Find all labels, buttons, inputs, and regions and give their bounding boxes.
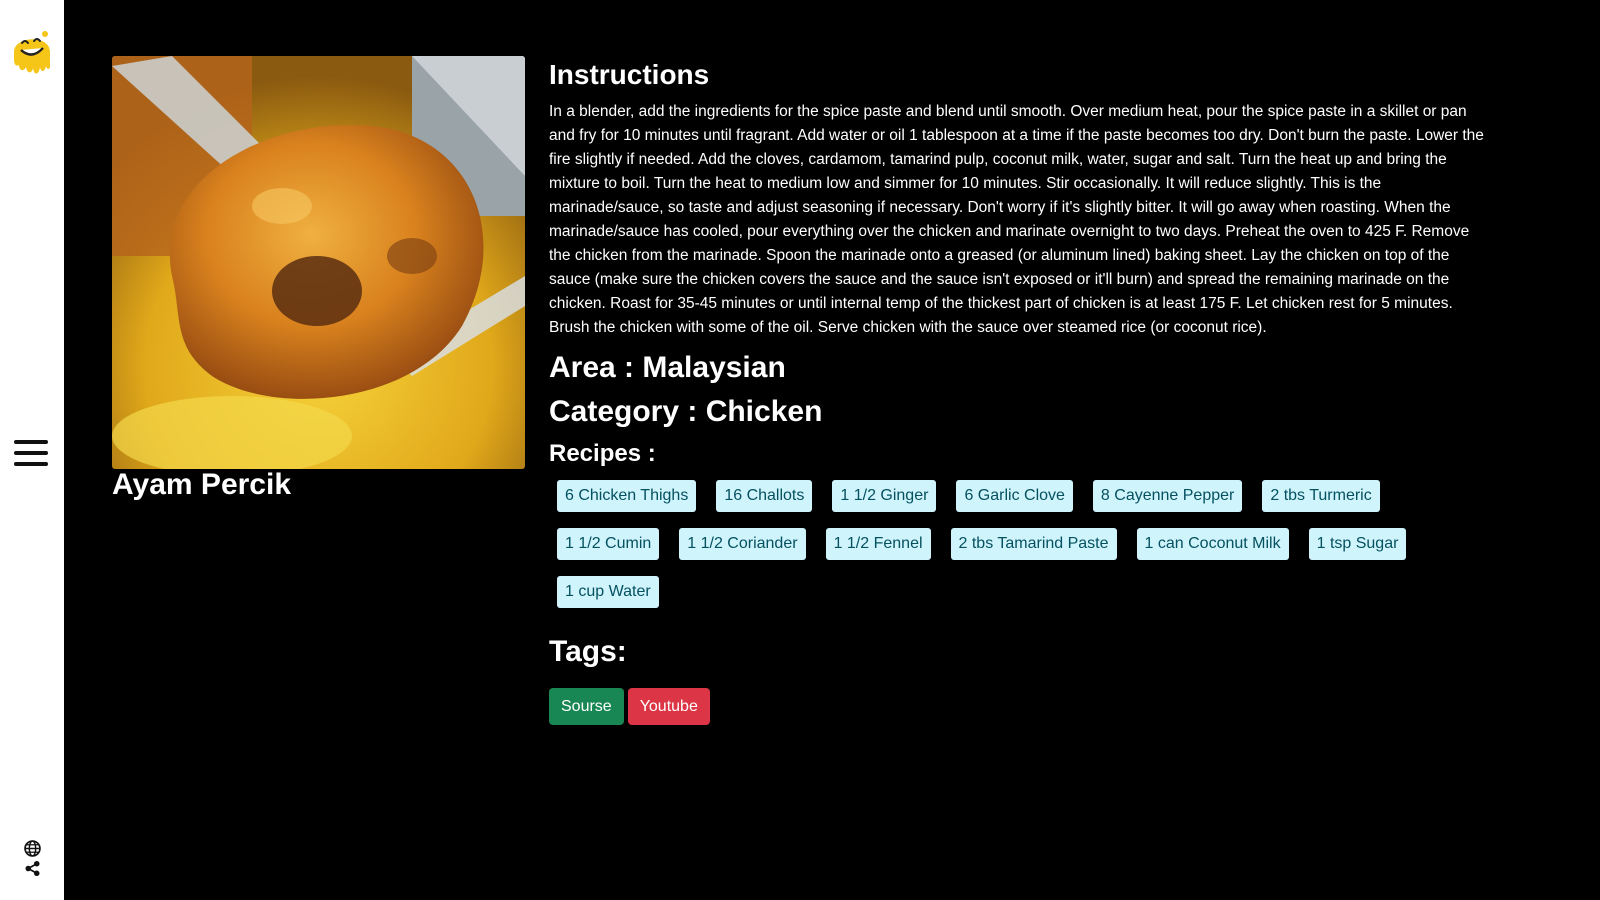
- globe-icon[interactable]: [24, 840, 41, 857]
- ingredient-chip: 1 can Coconut Milk: [1136, 528, 1289, 560]
- instructions-heading: Instructions: [549, 59, 710, 90]
- ingredient-chip: 1 tsp Sugar: [1308, 528, 1407, 560]
- ingredient-chip: 2 tbs Tamarind Paste: [950, 528, 1117, 560]
- instructions-text: In a blender, add the ingredients for th…: [549, 103, 1484, 336]
- smiley-logo-icon[interactable]: [10, 26, 54, 78]
- ingredient-chip: 1 cup Water: [557, 576, 659, 608]
- ingredient-chip: 1 1/2 Fennel: [825, 528, 931, 560]
- youtube-button[interactable]: Youtube: [627, 688, 710, 725]
- ingredient-chip: 1 1/2 Coriander: [679, 528, 806, 560]
- meal-photo: [112, 56, 525, 469]
- ingredient-chip: 1 1/2 Cumin: [557, 528, 660, 560]
- hamburger-menu-icon[interactable]: [14, 440, 48, 472]
- source-button[interactable]: Sourse: [549, 688, 624, 725]
- ingredient-list: 6 Chicken Thighs 16 Challots 1 1/2 Ginge…: [549, 480, 1437, 624]
- tags-heading: Tags:: [549, 635, 627, 668]
- menu-bar: [14, 462, 48, 466]
- ingredient-chip: 6 Chicken Thighs: [557, 480, 697, 512]
- meal-image: [112, 56, 525, 469]
- menu-bar: [14, 440, 48, 444]
- ingredient-chip: 8 Cayenne Pepper: [1092, 480, 1243, 512]
- area-label: Area : Malaysian: [549, 351, 786, 384]
- recipe-details: Instructions In a blender, add the ingre…: [549, 58, 1484, 725]
- ingredient-chip: 1 1/2 Ginger: [832, 480, 937, 512]
- sidebar: [0, 0, 64, 900]
- share-icon[interactable]: [24, 860, 41, 877]
- meal-title: Ayam Percik: [112, 468, 292, 501]
- tag-buttons: Sourse Youtube: [549, 688, 1484, 725]
- category-label: Category : Chicken: [549, 395, 823, 428]
- ingredient-chip: 6 Garlic Clove: [956, 480, 1073, 512]
- recipes-heading: Recipes :: [549, 440, 656, 467]
- ingredient-chip: 2 tbs Turmeric: [1262, 480, 1380, 512]
- menu-bar: [14, 451, 48, 455]
- ingredient-chip: 16 Challots: [716, 480, 813, 512]
